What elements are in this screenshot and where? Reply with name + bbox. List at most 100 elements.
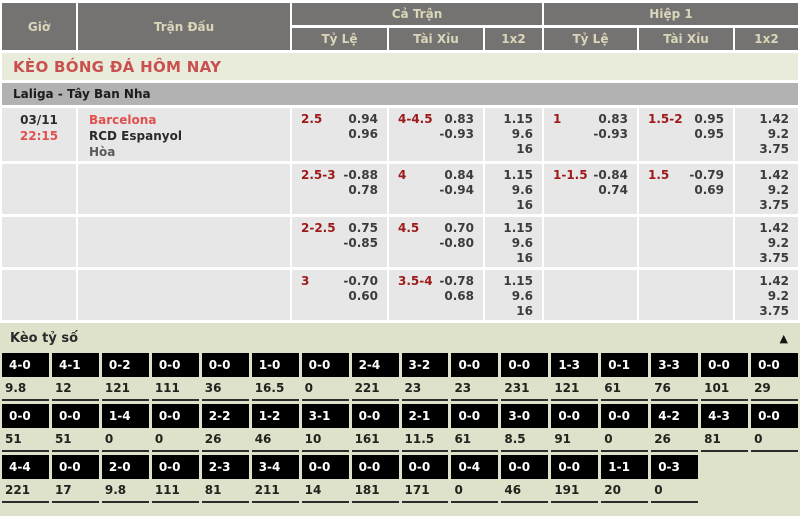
score-label[interactable]: 0-0 [302, 455, 349, 479]
score-bet-cell[interactable]: 0-00 [302, 353, 349, 401]
score-label[interactable]: 1-1 [601, 455, 648, 479]
score-label[interactable]: 2-0 [102, 455, 149, 479]
score-bet-cell[interactable]: 0-00 [601, 404, 648, 452]
h1-handicap-cell[interactable]: 10.83-0.93 [544, 108, 637, 161]
ft-handicap-cell[interactable]: 2.50.940.96 [292, 108, 387, 161]
score-label[interactable]: 4-4 [2, 455, 49, 479]
score-bet-cell[interactable]: 2-09.8 [102, 455, 149, 503]
score-label[interactable]: 0-0 [402, 455, 449, 479]
odds-values[interactable]: 1.159.616 [486, 165, 541, 213]
score-label[interactable]: 0-4 [451, 455, 498, 479]
score-bet-cell[interactable]: 1-246 [252, 404, 299, 452]
score-bet-cell[interactable]: 2-4221 [352, 353, 399, 401]
league-header[interactable]: Laliga - Tây Ban Nha [2, 83, 798, 105]
match-teams-cell[interactable]: BarcelonaRCD EspanyolHòa [78, 108, 290, 161]
score-label[interactable]: 0-0 [152, 353, 199, 377]
score-label[interactable]: 4-1 [52, 353, 99, 377]
score-bet-cell[interactable]: 0-0111 [152, 353, 199, 401]
score-label[interactable]: 2-1 [402, 404, 449, 428]
score-bet-cell[interactable]: 0-0171 [402, 455, 449, 503]
score-label[interactable]: 1-4 [102, 404, 149, 428]
odds-values[interactable]: 0.83-0.93 [593, 112, 628, 142]
odds-values[interactable]: 1.429.23.75 [736, 109, 797, 157]
score-label[interactable]: 2-4 [352, 353, 399, 377]
score-label[interactable]: 0-0 [202, 353, 249, 377]
score-bet-cell[interactable]: 0-161 [601, 353, 648, 401]
score-label[interactable]: 1-2 [252, 404, 299, 428]
score-bet-cell[interactable]: 0-036 [202, 353, 249, 401]
ft-over-under-cell[interactable]: 4-4.50.83-0.93 [389, 108, 483, 161]
score-label[interactable]: 0-0 [451, 404, 498, 428]
score-bet-cell[interactable]: 0-017 [52, 455, 99, 503]
odds-values[interactable]: 0.70-0.80 [439, 221, 474, 251]
odds-values[interactable]: 1.159.616 [486, 271, 541, 319]
odds-values[interactable]: -0.780.68 [439, 274, 474, 304]
score-bet-cell[interactable]: 0-0101 [701, 353, 748, 401]
odds-values[interactable]: 0.950.95 [694, 112, 724, 142]
score-bet-cell[interactable]: 0-023 [451, 353, 498, 401]
score-bet-cell[interactable]: 4-381 [701, 404, 748, 452]
score-bet-cell[interactable]: 0-30 [651, 455, 698, 503]
score-bet-cell[interactable]: 4-09.8 [2, 353, 49, 401]
odds-values[interactable]: 1.159.616 [486, 218, 541, 266]
collapse-arrow-icon[interactable]: ▲ [780, 333, 788, 344]
score-bet-cell[interactable]: 0-0111 [152, 455, 199, 503]
score-bet-cell[interactable]: 0-00 [751, 404, 798, 452]
score-bet-cell[interactable]: 0-051 [52, 404, 99, 452]
score-bet-cell[interactable]: 1-120 [601, 455, 648, 503]
score-bet-cell[interactable]: 0-2121 [102, 353, 149, 401]
score-label[interactable]: 0-2 [102, 353, 149, 377]
odds-values[interactable]: 0.940.96 [348, 112, 378, 142]
odds-values[interactable]: -0.790.69 [689, 168, 724, 198]
score-bet-cell[interactable]: 3-4211 [252, 455, 299, 503]
score-bet-cell[interactable]: 2-226 [202, 404, 249, 452]
score-label[interactable]: 1-0 [252, 353, 299, 377]
score-label[interactable]: 2-2 [202, 404, 249, 428]
ft-1x2-cell[interactable]: 1.159.616 [485, 164, 542, 214]
ft-1x2-cell[interactable]: 1.159.616 [485, 270, 542, 320]
score-label[interactable]: 3-3 [651, 353, 698, 377]
odds-values[interactable]: 1.429.23.75 [736, 165, 797, 213]
score-bet-cell[interactable]: 0-0191 [551, 455, 598, 503]
score-label[interactable]: 0-0 [501, 353, 548, 377]
score-bet-cell[interactable]: 3-08.5 [501, 404, 548, 452]
score-label[interactable]: 0-0 [152, 404, 199, 428]
ft-handicap-cell[interactable]: 2-2.50.75-0.85 [292, 217, 387, 267]
score-label[interactable]: 0-0 [751, 353, 798, 377]
score-label[interactable]: 4-2 [651, 404, 698, 428]
score-label[interactable]: 1-3 [551, 353, 598, 377]
score-bet-cell[interactable]: 2-381 [202, 455, 249, 503]
score-bet-cell[interactable]: 3-223 [402, 353, 449, 401]
h1-over-under-cell[interactable]: 1.5-20.950.95 [639, 108, 733, 161]
home-team[interactable]: Barcelona [89, 112, 289, 128]
score-label[interactable]: 0-1 [601, 353, 648, 377]
odds-values[interactable]: 1.429.23.75 [736, 218, 797, 266]
score-label[interactable]: 0-0 [52, 455, 99, 479]
score-label[interactable]: 0-0 [152, 455, 199, 479]
score-bet-cell[interactable]: 0-046 [501, 455, 548, 503]
odds-values[interactable]: -0.840.74 [593, 168, 628, 198]
ft-over-under-cell[interactable]: 3.5-4-0.780.68 [389, 270, 483, 320]
score-label[interactable]: 0-3 [651, 455, 698, 479]
score-label[interactable]: 0-0 [52, 404, 99, 428]
score-bet-cell[interactable]: 0-0161 [352, 404, 399, 452]
odds-values[interactable]: -0.880.78 [343, 168, 378, 198]
h1-1x2-cell[interactable]: 1.429.23.75 [735, 217, 798, 267]
score-label[interactable]: 3-1 [302, 404, 349, 428]
score-label[interactable]: 0-0 [352, 455, 399, 479]
score-bet-cell[interactable]: 0-0231 [501, 353, 548, 401]
score-label[interactable]: 4-3 [701, 404, 748, 428]
ft-handicap-cell[interactable]: 3-0.700.60 [292, 270, 387, 320]
score-label[interactable]: 2-3 [202, 455, 249, 479]
odds-values[interactable]: 1.429.23.75 [736, 271, 797, 319]
score-bet-cell[interactable]: 4-226 [651, 404, 698, 452]
score-label[interactable]: 0-0 [601, 404, 648, 428]
score-bet-cell[interactable]: 0-00 [152, 404, 199, 452]
score-label[interactable]: 3-0 [501, 404, 548, 428]
away-team[interactable]: RCD Espanyol [89, 128, 289, 144]
ft-1x2-cell[interactable]: 1.159.616 [485, 217, 542, 267]
h1-handicap-cell[interactable]: 1-1.5-0.840.74 [544, 164, 637, 214]
score-label[interactable]: 0-0 [2, 404, 49, 428]
score-bet-cell[interactable]: 4-112 [52, 353, 99, 401]
score-label[interactable]: 0-0 [551, 404, 598, 428]
